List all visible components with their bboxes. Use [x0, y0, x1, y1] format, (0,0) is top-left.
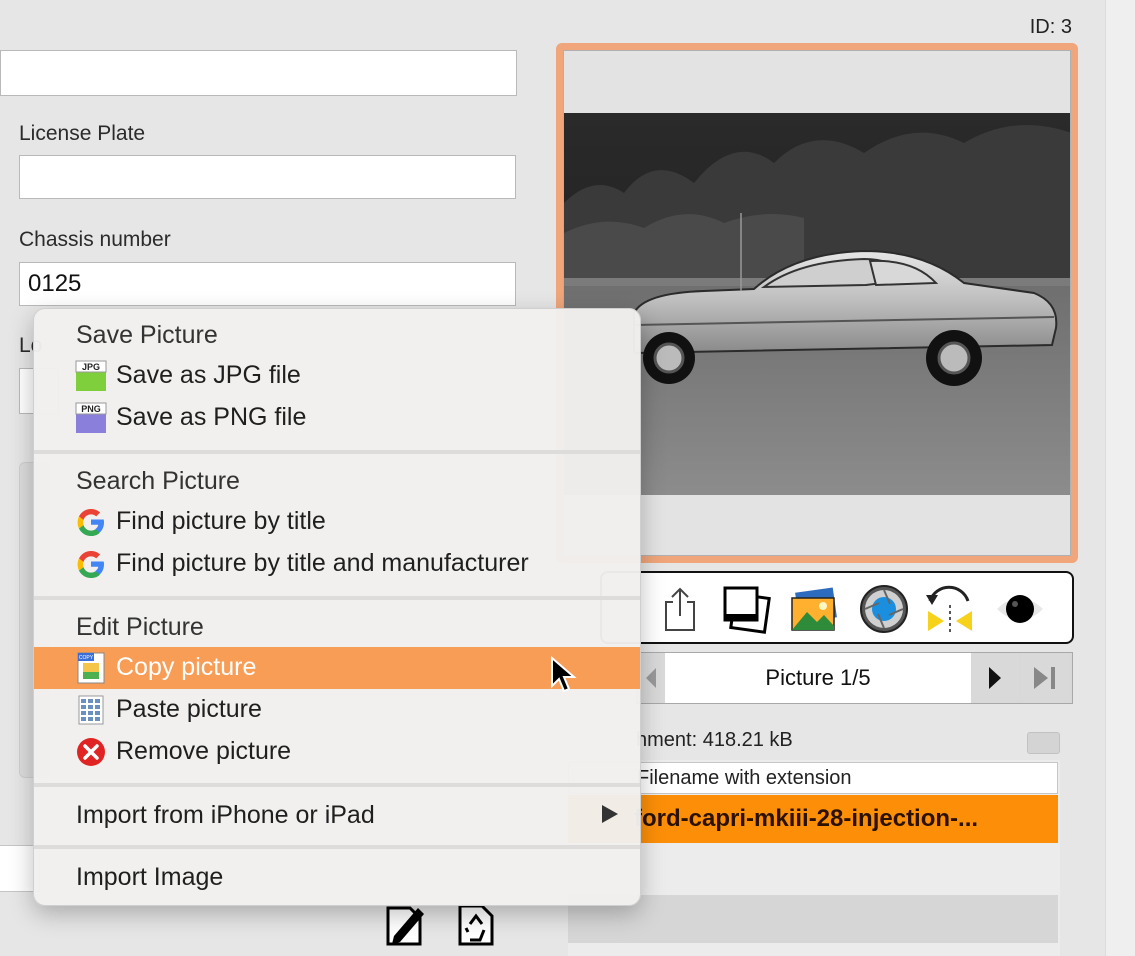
svg-text:PNG: PNG: [81, 404, 101, 414]
flip-icon[interactable]: [924, 583, 976, 635]
column-header-filename[interactable]: Filename with extension: [568, 762, 1058, 794]
top-field[interactable]: [0, 50, 517, 96]
menu-item-label: Save as JPG file: [116, 361, 301, 389]
submenu-arrow-icon: [602, 805, 618, 823]
menu-item-label: Paste picture: [116, 695, 262, 723]
menu-item-copy-picture[interactable]: COPY Copy picture: [34, 647, 640, 689]
share-icon[interactable]: [654, 583, 706, 635]
jpg-icon: JPG: [75, 360, 107, 391]
menu-item-import-image[interactable]: Import Image: [34, 857, 640, 899]
menu-item-save-png[interactable]: PNG Save as PNG file: [34, 397, 640, 439]
record-id: ID: 3: [1029, 16, 1072, 38]
next-icon[interactable]: [971, 653, 1019, 703]
context-menu: Save Picture JPG Save as JPG file PNG Sa…: [33, 308, 641, 906]
remove-icon: [77, 738, 105, 766]
menu-item-paste-picture[interactable]: Paste picture: [34, 689, 640, 731]
google-icon: [77, 509, 104, 536]
window-edge: [1105, 0, 1135, 956]
menu-separator: [34, 845, 640, 849]
paste-icon: [78, 695, 104, 725]
license-plate-input[interactable]: [19, 155, 516, 199]
menu-item-find-by-title[interactable]: Find picture by title: [34, 501, 640, 543]
menu-separator: [34, 450, 640, 454]
menu-item-label: Copy picture: [116, 653, 257, 681]
picture-counter: Picture 1/5: [665, 653, 971, 703]
aperture-icon[interactable]: [858, 583, 910, 635]
menu-item-find-by-title-manufacturer[interactable]: Find picture by title and manufacturer: [34, 543, 640, 585]
license-plate-label: License Plate: [19, 122, 146, 145]
previous-icon[interactable]: [637, 653, 665, 703]
table-row[interactable]: ford-capri-mkiii-28-injection-...: [568, 795, 1058, 843]
menu-section-search: Search Picture: [76, 467, 240, 495]
menu-item-label: Find picture by title and manufacturer: [116, 549, 529, 577]
menu-item-label: Import from iPhone or iPad: [76, 801, 375, 829]
photos-app-icon[interactable]: [788, 583, 840, 635]
menu-item-label: Save as PNG file: [116, 403, 307, 431]
png-icon: PNG: [75, 402, 107, 433]
chassis-number-label: Chassis number: [19, 228, 171, 251]
table-row-empty[interactable]: [568, 895, 1058, 943]
last-icon[interactable]: [1021, 653, 1069, 703]
menu-item-label: Import Image: [76, 863, 224, 891]
menu-separator: [34, 783, 640, 787]
edit-document-icon[interactable]: [384, 902, 428, 948]
attachment-options-button[interactable]: [1027, 732, 1060, 754]
google-icon: [77, 551, 104, 578]
attachment-table: Filename with extension ford-capri-mkiii…: [568, 760, 1060, 956]
menu-separator: [34, 596, 640, 600]
photo-stack-icon[interactable]: [720, 583, 772, 635]
menu-section-save: Save Picture: [76, 321, 218, 349]
menu-item-remove-picture[interactable]: Remove picture: [34, 731, 640, 773]
chassis-number-input[interactable]: 0125: [19, 262, 516, 306]
picture-navigator: Picture 1/5: [636, 652, 1073, 704]
eye-icon[interactable]: [994, 583, 1046, 635]
menu-item-label: Find picture by title: [116, 507, 326, 535]
recycle-document-icon[interactable]: [454, 902, 498, 948]
menu-item-label: Remove picture: [116, 737, 292, 765]
menu-section-edit: Edit Picture: [76, 613, 204, 641]
copy-icon: COPY: [77, 652, 105, 684]
attachment-size: hment: 418.21 kB: [636, 729, 793, 751]
menu-item-save-jpg[interactable]: JPG Save as JPG file: [34, 355, 640, 397]
svg-text:JPG: JPG: [82, 362, 100, 372]
svg-text:COPY: COPY: [79, 655, 94, 661]
picture-toolbar: [600, 571, 1074, 644]
menu-item-import-iphone[interactable]: Import from iPhone or iPad: [34, 795, 640, 837]
